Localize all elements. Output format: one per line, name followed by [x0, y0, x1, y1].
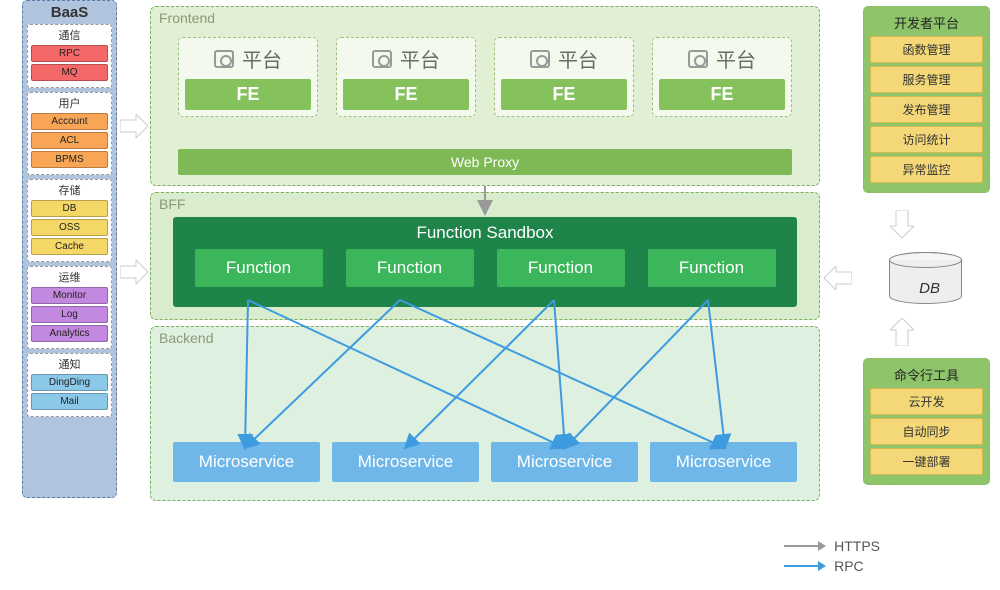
platform-box: 平台 FE	[336, 37, 476, 117]
baas-group-4: 通知 DingDing Mail	[27, 353, 112, 417]
baas-group-title: 用户	[31, 95, 108, 111]
baas-item: RPC	[31, 45, 108, 62]
baas-item: DingDing	[31, 374, 108, 391]
tier-backend: Backend Microservice Microservice Microser…	[150, 326, 820, 501]
legend-https-label: HTTPS	[834, 538, 880, 554]
legend-rpc-label: RPC	[834, 558, 864, 574]
fe-box: FE	[343, 79, 469, 110]
microservice-box: Microservice	[491, 442, 638, 482]
baas-group-title: 通知	[31, 356, 108, 372]
dev-panel-item: 函数管理	[870, 36, 983, 63]
baas-group-title: 存储	[31, 182, 108, 198]
tier-frontend: Frontend 平台 FE 平台 FE 平台 FE 平台 FE Web Proxy	[150, 6, 820, 186]
fe-box: FE	[185, 79, 311, 110]
baas-item: Account	[31, 113, 108, 130]
baas-title: BaaS	[27, 4, 112, 21]
dev-panel-item: 发布管理	[870, 96, 983, 123]
cli-panel-item: 云开发	[870, 388, 983, 415]
baas-item: Log	[31, 306, 108, 323]
db-label: DB	[919, 280, 940, 297]
platform-box: 平台 FE	[652, 37, 792, 117]
baas-item: Cache	[31, 238, 108, 255]
platform-box: 平台 FE	[494, 37, 634, 117]
baas-group-title: 通信	[31, 27, 108, 43]
fe-box: FE	[659, 79, 785, 110]
platform-label: 平台	[716, 44, 756, 73]
dev-panel-item: 访问统计	[870, 126, 983, 153]
camera-icon	[688, 50, 708, 68]
function-box: Function	[346, 249, 474, 287]
platform-header: 平台	[688, 44, 756, 73]
db-cylinder	[888, 252, 963, 305]
sandbox-title: Function Sandbox	[173, 223, 797, 243]
function-sandbox: Function Sandbox Function Function Functio…	[173, 217, 797, 307]
baas-item: ACL	[31, 132, 108, 149]
platform-header: 平台	[372, 44, 440, 73]
legend-https-line	[784, 545, 824, 547]
baas-item: DB	[31, 200, 108, 217]
platform-box: 平台 FE	[178, 37, 318, 117]
dev-platform-title: 开发者平台	[870, 13, 983, 32]
tier-label-backend: Backend	[159, 330, 213, 346]
cli-panel-item: 一键部署	[870, 448, 983, 475]
function-box: Function	[497, 249, 625, 287]
dev-panel-item: 服务管理	[870, 66, 983, 93]
baas-group-1: 用户 Account ACL BPMS	[27, 92, 112, 175]
web-proxy: Web Proxy	[178, 149, 792, 175]
baas-item: BPMS	[31, 151, 108, 168]
baas-item: Analytics	[31, 325, 108, 342]
function-box: Function	[648, 249, 776, 287]
baas-item: Mail	[31, 393, 108, 410]
cli-panel-item: 自动同步	[870, 418, 983, 445]
baas-item: MQ	[31, 64, 108, 81]
platform-label: 平台	[242, 44, 282, 73]
microservice-box: Microservice	[650, 442, 797, 482]
microservice-box: Microservice	[173, 442, 320, 482]
tier-label-bff: BFF	[159, 196, 185, 212]
baas-panel: BaaS 通信 RPC MQ 用户 Account ACL BPMS 存储 DB OSS Cache…	[22, 0, 117, 498]
dev-platform-panel: 开发者平台 函数管理服务管理发布管理访问统计异常监控	[863, 6, 990, 193]
tier-bff: BFF Function Sandbox FunctionFunctionFun…	[150, 192, 820, 320]
arrow-baas-to-frontend	[120, 114, 148, 138]
baas-group-0: 通信 RPC MQ	[27, 24, 112, 88]
tier-label-frontend: Frontend	[159, 10, 215, 26]
platform-label: 平台	[558, 44, 598, 73]
camera-icon	[530, 50, 550, 68]
legend-rpc-line	[784, 565, 824, 567]
arrow-baas-to-bff	[120, 260, 148, 284]
dev-panel-item: 异常监控	[870, 156, 983, 183]
arrow-cli-to-db	[890, 318, 914, 346]
legend: HTTPS RPC	[784, 538, 880, 578]
fe-box: FE	[501, 79, 627, 110]
baas-group-2: 存储 DB OSS Cache	[27, 179, 112, 262]
platform-label: 平台	[400, 44, 440, 73]
baas-item: Monitor	[31, 287, 108, 304]
function-box: Function	[195, 249, 323, 287]
camera-icon	[214, 50, 234, 68]
baas-group-title: 运维	[31, 269, 108, 285]
platform-header: 平台	[214, 44, 282, 73]
cli-tools-panel: 命令行工具 云开发自动同步一键部署	[863, 358, 990, 485]
platform-header: 平台	[530, 44, 598, 73]
arrow-dev-to-db	[890, 210, 914, 238]
baas-group-3: 运维 Monitor Log Analytics	[27, 266, 112, 349]
arrow-db-to-sandbox	[824, 266, 852, 290]
cli-tools-title: 命令行工具	[870, 365, 983, 384]
microservice-box: Microservice	[332, 442, 479, 482]
baas-item: OSS	[31, 219, 108, 236]
camera-icon	[372, 50, 392, 68]
